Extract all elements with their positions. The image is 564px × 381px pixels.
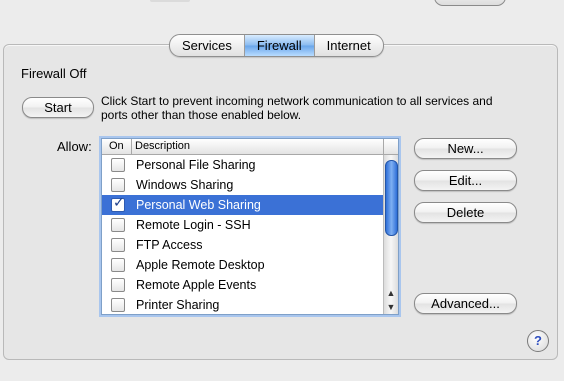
tab-bar: Services Firewall Internet [169,34,384,57]
list-rows: Personal File Sharing Windows Sharing ✓ Per… [102,155,384,314]
tab-services[interactable]: Services [170,35,245,56]
list-item[interactable]: FTP Access [102,235,384,255]
new-button[interactable]: New... [414,138,517,159]
column-header-description[interactable]: Description [132,139,384,154]
service-label: Apple Remote Desktop [136,258,265,272]
firewall-description: Click Start to prevent incoming network … [101,94,493,122]
scroll-up-arrow-icon[interactable]: ▲ [386,288,396,298]
firewall-status: Firewall Off [21,66,87,81]
tab-firewall[interactable]: Firewall [244,35,315,56]
advanced-button[interactable]: Advanced... [414,293,517,314]
service-label: Personal File Sharing [136,158,256,172]
checkmark-icon: ✓ [113,194,125,210]
column-header-on[interactable]: On [102,139,132,154]
service-checkbox[interactable] [111,218,125,232]
scroll-down-arrow-icon[interactable]: ▼ [386,302,396,312]
service-label: FTP Access [136,238,203,252]
allow-label: Allow: [57,139,92,154]
help-icon[interactable]: ? [527,330,549,352]
list-item[interactable]: Remote Login - SSH [102,215,384,235]
list-item[interactable]: Remote Apple Events [102,275,384,295]
scroll-thumb[interactable] [385,160,398,236]
list-item[interactable]: Apple Remote Desktop [102,255,384,275]
start-button[interactable]: Start [22,97,94,118]
delete-button[interactable]: Delete [414,202,517,223]
service-checkbox[interactable] [111,298,125,312]
header-corner [384,139,398,154]
service-checkbox[interactable] [111,178,125,192]
service-label: Personal Web Sharing [136,198,261,212]
service-label: Remote Login - SSH [136,218,251,232]
top-partial-text [150,0,190,2]
list-item[interactable]: ✓ Personal Web Sharing [102,194,384,215]
service-checkbox[interactable]: ✓ [111,194,125,212]
list-item[interactable]: Personal File Sharing [102,155,384,175]
vertical-scrollbar[interactable]: ▲ ▼ [383,155,398,314]
service-checkbox[interactable] [111,258,125,272]
edit-button[interactable]: Edit... [414,170,517,191]
services-list[interactable]: On Description Personal File Sharing Wind… [101,138,399,315]
list-item[interactable]: Printer Sharing [102,295,384,314]
service-checkbox[interactable] [111,278,125,292]
service-label: Printer Sharing [136,298,220,312]
tab-internet[interactable]: Internet [315,35,383,56]
list-header: On Description [102,139,398,155]
service-label: Windows Sharing [136,178,234,192]
service-checkbox[interactable] [111,158,125,172]
top-partial-button[interactable] [434,0,506,6]
service-label: Remote Apple Events [136,278,257,292]
list-item[interactable]: Windows Sharing [102,175,384,195]
service-checkbox[interactable] [111,238,125,252]
